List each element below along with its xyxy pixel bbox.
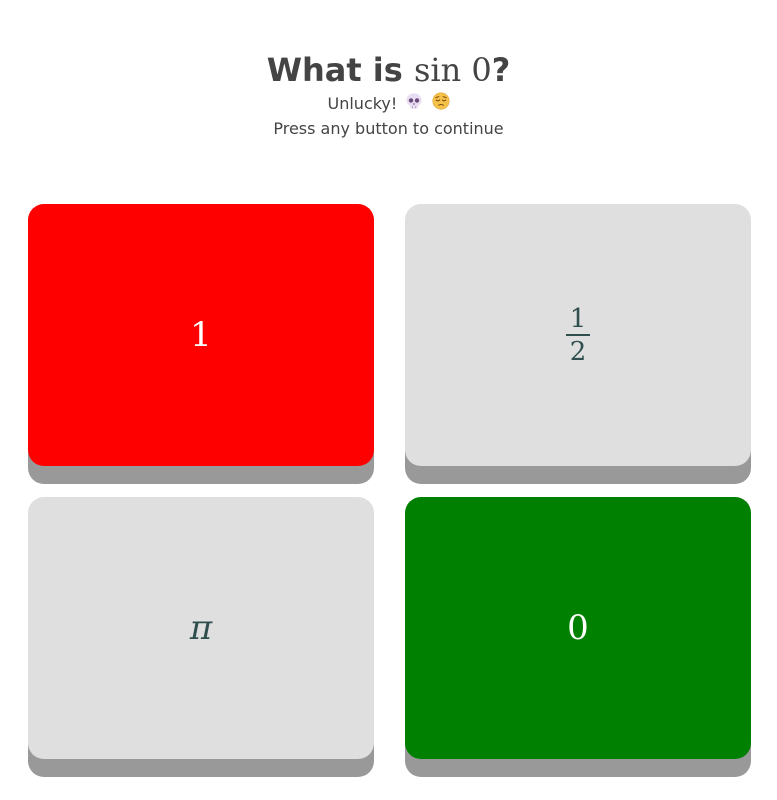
question-prefix: What is [266, 51, 414, 89]
answer-label: π [189, 608, 213, 648]
question-suffix: ? [491, 51, 511, 89]
question-title: What is sin 0? [0, 48, 777, 92]
pensive-face-icon [432, 92, 450, 117]
answer-button-pi[interactable]: π [28, 497, 374, 759]
answer-label: 0 [567, 608, 589, 648]
fraction-denominator: 2 [569, 336, 587, 367]
answer-button-one-half[interactable]: 1 2 [405, 204, 751, 466]
feedback-text: Unlucky! [327, 94, 398, 113]
feedback-message: Unlucky! [0, 92, 777, 117]
question-math: sin 0 [413, 51, 492, 89]
continue-instruction: Press any button to continue [273, 119, 504, 138]
answer-button-0[interactable]: 0 [405, 497, 751, 759]
fraction: 1 2 [566, 305, 590, 366]
fraction-bar [566, 333, 590, 336]
fraction-numerator: 1 [569, 303, 587, 334]
answer-button-1[interactable]: 1 [28, 204, 374, 466]
skull-icon [405, 92, 423, 117]
answer-label: 1 [190, 315, 212, 355]
question-header: What is sin 0? Unlucky! Press any button… [0, 48, 777, 141]
